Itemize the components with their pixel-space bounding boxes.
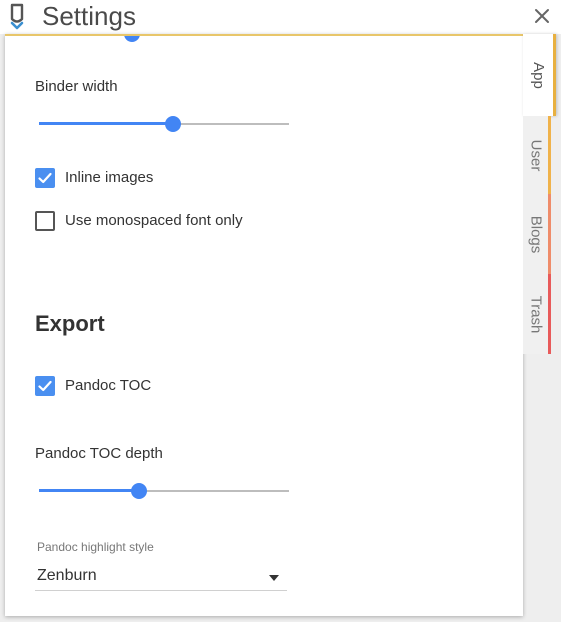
monospaced-font-checkbox[interactable] — [35, 211, 55, 231]
pandoc-highlight-style-label: Pandoc highlight style — [37, 540, 154, 554]
window-title: Settings — [42, 1, 136, 31]
slider-track — [39, 34, 289, 35]
inline-images-checkbox-row[interactable]: Inline images — [35, 168, 235, 190]
pandoc-toc-checkbox[interactable] — [35, 376, 55, 396]
pandoc-toc-depth-slider[interactable] — [39, 481, 289, 501]
inline-images-checkbox[interactable] — [35, 168, 55, 188]
tab-app-label: App — [529, 61, 547, 89]
slider-thumb[interactable] — [124, 36, 140, 42]
pen-nib-icon — [10, 3, 24, 30]
title-bar: Settings — [0, 0, 561, 34]
slider-thumb[interactable] — [165, 116, 181, 132]
tab-app[interactable]: App — [523, 34, 556, 116]
slider-fill — [39, 122, 173, 125]
dropdown-arrow-icon — [269, 575, 279, 581]
slider-fill — [39, 489, 139, 492]
binder-width-slider[interactable] — [39, 114, 289, 134]
slider-fill — [39, 34, 132, 35]
checkmark-icon — [38, 380, 52, 392]
tab-user[interactable]: User — [523, 116, 551, 194]
pandoc-toc-depth-label: Pandoc TOC depth — [35, 445, 163, 462]
tab-trash[interactable]: Trash — [523, 274, 551, 354]
pandoc-highlight-style-value: Zenburn — [37, 567, 97, 584]
app-settings-panel: Binder width Inline images Use monospace… — [5, 34, 523, 616]
export-section-title: Export — [35, 311, 105, 336]
top-slider[interactable] — [39, 34, 289, 44]
binder-width-label: Binder width — [35, 78, 118, 95]
slider-thumb[interactable] — [131, 483, 147, 499]
tab-blogs[interactable]: Blogs — [523, 194, 551, 274]
inline-images-label: Inline images — [65, 169, 154, 186]
pandoc-toc-checkbox-row[interactable]: Pandoc TOC — [35, 376, 235, 398]
checkmark-icon — [38, 172, 52, 184]
pandoc-highlight-style-select[interactable]: Zenburn — [35, 565, 287, 591]
tab-trash-label: Trash — [527, 295, 545, 333]
monospaced-font-label: Use monospaced font only — [65, 212, 243, 229]
monospaced-font-checkbox-row[interactable]: Use monospaced font only — [35, 211, 295, 233]
close-icon[interactable] — [530, 4, 554, 28]
tab-user-label: User — [527, 139, 545, 171]
tab-blogs-label: Blogs — [527, 215, 544, 253]
pandoc-toc-label: Pandoc TOC — [65, 377, 152, 394]
